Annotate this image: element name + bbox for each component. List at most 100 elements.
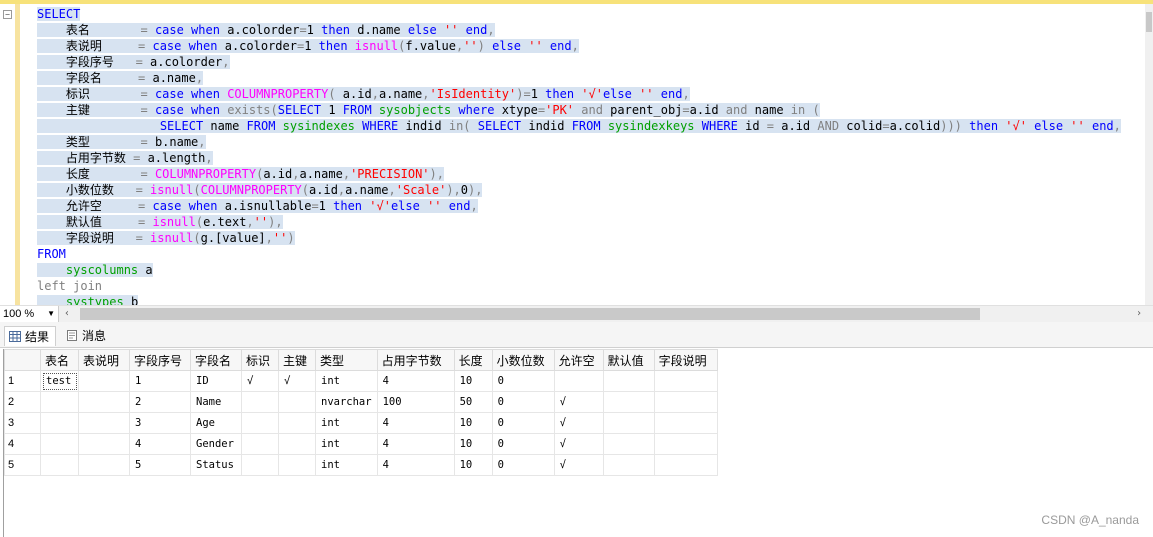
table-cell[interactable]: [278, 433, 316, 455]
table-cell[interactable]: int: [315, 370, 378, 392]
table-cell[interactable]: [40, 391, 79, 413]
table-cell[interactable]: [653, 370, 718, 392]
collapse-icon[interactable]: −: [3, 10, 12, 19]
table-cell[interactable]: 0: [491, 370, 555, 392]
code-line[interactable]: SELECT name FROM sysindexes WHERE indid …: [37, 118, 1145, 134]
table-cell[interactable]: 100: [376, 391, 455, 413]
table-cell[interactable]: [602, 391, 655, 413]
table-cell[interactable]: [40, 454, 79, 476]
table-cell[interactable]: [241, 391, 279, 413]
horizontal-scroll-thumb[interactable]: [80, 308, 980, 320]
table-cell[interactable]: [602, 370, 655, 392]
table-cell[interactable]: 4: [376, 433, 455, 455]
table-cell[interactable]: 0: [491, 391, 555, 413]
column-header[interactable]: 字段名: [190, 349, 242, 371]
tab-messages[interactable]: 消息: [62, 326, 112, 346]
table-cell[interactable]: [653, 433, 718, 455]
code-line[interactable]: 长度 = COLUMNPROPERTY(a.id,a.name,'PRECISI…: [37, 166, 1145, 182]
table-cell[interactable]: Gender: [190, 433, 242, 455]
table-cell[interactable]: [653, 391, 718, 413]
code-line[interactable]: 小数位数 = isnull(COLUMNPROPERTY(a.id,a.name…: [37, 182, 1145, 198]
table-cell[interactable]: [278, 412, 316, 434]
table-cell[interactable]: [40, 412, 79, 434]
code-line[interactable]: 字段说明 = isnull(g.[value],''): [37, 230, 1145, 246]
table-cell[interactable]: Status: [190, 454, 242, 476]
code-line[interactable]: FROM: [37, 246, 1145, 262]
table-cell[interactable]: 10: [453, 370, 493, 392]
table-cell[interactable]: [241, 412, 279, 434]
table-cell[interactable]: 0: [491, 412, 555, 434]
table-cell[interactable]: 0: [491, 433, 555, 455]
table-cell[interactable]: 10: [453, 412, 493, 434]
table-cell[interactable]: [278, 391, 316, 413]
table-cell[interactable]: [40, 433, 79, 455]
table-cell[interactable]: √: [553, 412, 604, 434]
vertical-scroll-thumb[interactable]: [1146, 12, 1152, 32]
table-cell[interactable]: int: [315, 412, 378, 434]
results-grid[interactable]: 表名 表说明 字段序号 字段名 标识 主键 类型 占用字节数 长度 小数位数 允许空 默认值 字段说明 …: [3, 349, 1153, 537]
code-line[interactable]: systypes b: [37, 294, 1145, 305]
table-cell[interactable]: [602, 454, 655, 476]
table-cell[interactable]: √: [278, 370, 316, 392]
code-line[interactable]: 标识 = case when COLUMNPROPERTY( a.id,a.na…: [37, 86, 1145, 102]
table-cell[interactable]: [78, 433, 130, 455]
column-header[interactable]: 允许空: [553, 349, 604, 371]
table-cell[interactable]: [553, 370, 604, 392]
table-row[interactable]: 4 4 Gender int 4 10 0 √: [4, 433, 718, 455]
table-cell[interactable]: 2: [129, 391, 191, 413]
code-line[interactable]: 字段名 = a.name,: [37, 70, 1145, 86]
row-number[interactable]: 3: [4, 412, 41, 434]
column-header[interactable]: 表名: [40, 349, 79, 371]
code-line[interactable]: 主键 = case when exists(SELECT 1 FROM syso…: [37, 102, 1145, 118]
code-line[interactable]: 类型 = b.name,: [37, 134, 1145, 150]
column-header[interactable]: 小数位数: [491, 349, 555, 371]
scroll-left-icon[interactable]: ‹: [64, 306, 70, 322]
code-line[interactable]: 占用字节数 = a.length,: [37, 150, 1145, 166]
code-line[interactable]: 字段序号 = a.colorder,: [37, 54, 1145, 70]
table-cell[interactable]: 4: [376, 412, 455, 434]
row-number[interactable]: 1: [4, 370, 41, 392]
row-number[interactable]: 5: [4, 454, 41, 476]
table-row[interactable]: 2 2 Name nvarchar 100 50 0 √: [4, 391, 718, 413]
table-cell[interactable]: √: [553, 391, 604, 413]
table-cell[interactable]: 3: [129, 412, 191, 434]
row-number[interactable]: 4: [4, 433, 41, 455]
code-line[interactable]: syscolumns a: [37, 262, 1145, 278]
table-cell[interactable]: 4: [129, 433, 191, 455]
tab-results[interactable]: 结果: [4, 326, 57, 346]
vertical-scrollbar[interactable]: [1145, 4, 1153, 309]
table-cell[interactable]: [653, 412, 718, 434]
table-cell[interactable]: [653, 454, 718, 476]
table-cell[interactable]: [78, 412, 130, 434]
table-cell[interactable]: [602, 433, 655, 455]
table-row[interactable]: 5 5 Status int 4 10 0 √: [4, 454, 718, 476]
column-header[interactable]: 表说明: [78, 349, 130, 371]
code-line[interactable]: left join: [37, 278, 1145, 294]
sql-code[interactable]: SELECT 表名 = case when a.colorder=1 then …: [37, 6, 1145, 305]
column-header[interactable]: 长度: [453, 349, 493, 371]
query-editor[interactable]: − SELECT 表名 = case when a.colorder=1 the…: [0, 0, 1153, 309]
column-header[interactable]: 占用字节数: [376, 349, 455, 371]
table-cell[interactable]: √: [553, 454, 604, 476]
table-cell[interactable]: Name: [190, 391, 242, 413]
table-cell[interactable]: [241, 454, 279, 476]
table-cell[interactable]: 50: [453, 391, 493, 413]
table-cell[interactable]: [78, 370, 130, 392]
table-cell[interactable]: 5: [129, 454, 191, 476]
table-cell[interactable]: ID: [190, 370, 242, 392]
row-number[interactable]: 2: [4, 391, 41, 413]
table-cell[interactable]: 4: [376, 370, 455, 392]
scroll-right-icon[interactable]: ›: [1136, 306, 1142, 322]
table-cell[interactable]: Age: [190, 412, 242, 434]
column-header[interactable]: 主键: [278, 349, 316, 371]
table-cell[interactable]: test: [40, 370, 79, 392]
table-cell[interactable]: [78, 454, 130, 476]
code-line[interactable]: SELECT: [37, 6, 1145, 22]
column-header[interactable]: 标识: [241, 349, 279, 371]
table-row[interactable]: 3 3 Age int 4 10 0 √: [4, 412, 718, 434]
row-header-corner[interactable]: [4, 349, 41, 371]
code-line[interactable]: 表名 = case when a.colorder=1 then d.name …: [37, 22, 1145, 38]
table-cell[interactable]: nvarchar: [315, 391, 378, 413]
code-line[interactable]: 允许空 = case when a.isnullable=1 then '√'e…: [37, 198, 1145, 214]
table-cell[interactable]: 0: [491, 454, 555, 476]
